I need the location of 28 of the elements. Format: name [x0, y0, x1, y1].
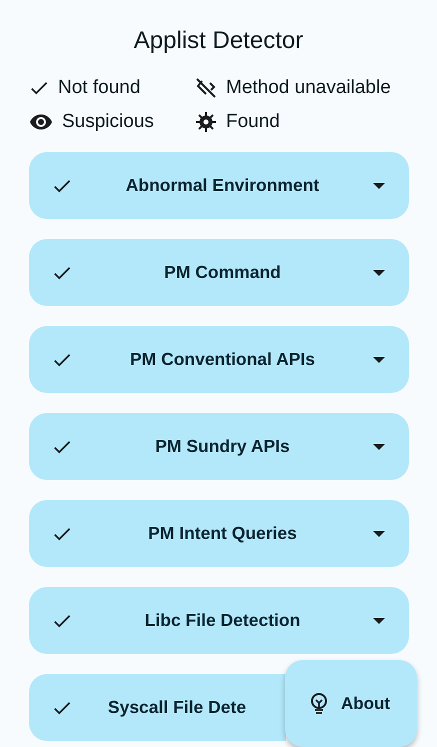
detection-card[interactable]: PM Command	[28, 239, 408, 306]
crossed-arrow-icon	[194, 76, 218, 100]
legend-label: Suspicious	[62, 110, 154, 134]
detection-name: Libc File Detection	[144, 610, 302, 631]
legend-label: Method unavailable	[226, 76, 391, 100]
about-button[interactable]: About	[285, 660, 417, 747]
detection-name: Syscall File Dete	[106, 697, 248, 718]
dropdown-caret-icon[interactable]	[372, 530, 384, 538]
detection-card[interactable]: Syscall File Dete	[28, 674, 286, 741]
dropdown-caret-icon[interactable]	[372, 356, 384, 364]
detection-card[interactable]: Libc File Detection	[28, 587, 408, 654]
detection-name: PM Sundry APIs	[154, 436, 291, 457]
legend-label: Found	[226, 110, 280, 134]
dropdown-caret-icon[interactable]	[372, 442, 384, 450]
dropdown-caret-icon[interactable]	[372, 268, 384, 276]
detection-card[interactable]: PM Conventional APIs	[28, 326, 408, 393]
dropdown-caret-icon[interactable]	[372, 616, 384, 624]
detection-card[interactable]: Abnormal Environment	[28, 152, 408, 219]
detection-name: PM Intent Queries	[147, 523, 298, 544]
lightbulb-icon	[309, 692, 329, 716]
detection-name: PM Command	[163, 262, 282, 283]
app-title: Applist Detector	[134, 26, 304, 56]
legend-label: Not found	[58, 76, 140, 100]
detection-card[interactable]: PM Sundry APIs	[28, 413, 408, 480]
detection-name: Abnormal Environment	[124, 175, 320, 196]
detection-name: PM Conventional APIs	[128, 349, 316, 370]
dropdown-caret-icon[interactable]	[372, 182, 384, 190]
detection-card[interactable]: PM Intent Queries	[28, 500, 408, 567]
